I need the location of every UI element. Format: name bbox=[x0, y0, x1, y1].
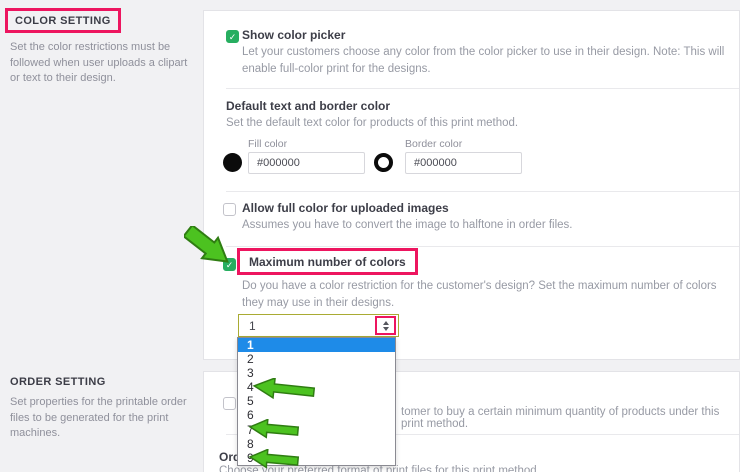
dropdown-option-4[interactable]: 4 bbox=[238, 380, 395, 394]
dropdown-option-5[interactable]: 5 bbox=[238, 394, 395, 408]
fill-color-swatch[interactable] bbox=[223, 153, 242, 172]
allow-full-color-description: Assumes you have to convert the image to… bbox=[242, 219, 573, 231]
divider bbox=[226, 191, 739, 192]
allow-full-color-label[interactable]: Allow full color for uploaded images bbox=[242, 201, 449, 215]
divider bbox=[226, 246, 739, 247]
select-arrow-highlight-box bbox=[375, 316, 396, 335]
color-setting-title: COLOR SETTING bbox=[15, 15, 111, 27]
check-icon: ✓ bbox=[228, 32, 237, 42]
order-format-description: Choose your preferred format of print fi… bbox=[219, 465, 540, 472]
settings-page: COLOR SETTING Set the color restrictions… bbox=[0, 0, 740, 472]
border-color-label: Border color bbox=[405, 138, 463, 150]
dropdown-option-8[interactable]: 8 bbox=[238, 437, 395, 451]
default-colors-description: Set the default text color for products … bbox=[226, 117, 519, 129]
show-color-picker-checkbox[interactable]: ✓ bbox=[226, 30, 239, 43]
check-icon: ✓ bbox=[225, 260, 234, 270]
show-color-picker-description: Let your customers choose any color from… bbox=[242, 46, 725, 75]
fill-color-input[interactable] bbox=[248, 152, 365, 174]
max-colors-select-value: 1 bbox=[249, 319, 256, 333]
show-color-picker-label[interactable]: Show color picker bbox=[242, 28, 345, 42]
order-setting-title: ORDER SETTING bbox=[10, 376, 106, 388]
dropdown-option-2[interactable]: 2 bbox=[238, 352, 395, 366]
border-color-input[interactable] bbox=[405, 152, 522, 174]
dropdown-option-9[interactable]: 9 bbox=[238, 451, 395, 465]
max-colors-description: Do you have a color restriction for the … bbox=[242, 280, 717, 309]
color-settings-card: ✓ Show color picker Let your customers c… bbox=[203, 10, 740, 360]
max-colors-label[interactable]: Maximum number of colors bbox=[249, 255, 406, 269]
max-colors-dropdown-list: 1 2 3 4 5 6 7 8 9 bbox=[237, 337, 396, 466]
dropdown-option-6[interactable]: 6 bbox=[238, 408, 395, 422]
chevron-down-icon bbox=[382, 326, 389, 331]
color-setting-highlight-box: COLOR SETTING bbox=[5, 8, 121, 33]
color-setting-description: Set the color restrictions must be follo… bbox=[10, 41, 188, 85]
minimum-quantity-description-fragment: tomer to buy a certain minimum quantity … bbox=[401, 406, 720, 430]
allow-full-color-checkbox[interactable] bbox=[223, 203, 236, 216]
dropdown-option-1[interactable]: 1 bbox=[238, 338, 395, 353]
chevron-up-icon bbox=[382, 320, 389, 325]
order-setting-description: Set properties for the printable order f… bbox=[10, 396, 187, 440]
max-colors-select[interactable]: 1 bbox=[238, 314, 399, 337]
max-colors-checkbox[interactable]: ✓ bbox=[223, 258, 236, 271]
dropdown-option-3[interactable]: 3 bbox=[238, 366, 395, 380]
default-colors-title: Default text and border color bbox=[226, 99, 391, 113]
max-colors-highlight-box: Maximum number of colors bbox=[237, 248, 418, 275]
divider bbox=[226, 88, 739, 89]
minimum-quantity-checkbox[interactable] bbox=[223, 397, 236, 410]
border-color-swatch[interactable] bbox=[374, 153, 393, 172]
fill-color-label: Fill color bbox=[248, 138, 288, 150]
dropdown-option-7[interactable]: 7 bbox=[238, 423, 395, 437]
